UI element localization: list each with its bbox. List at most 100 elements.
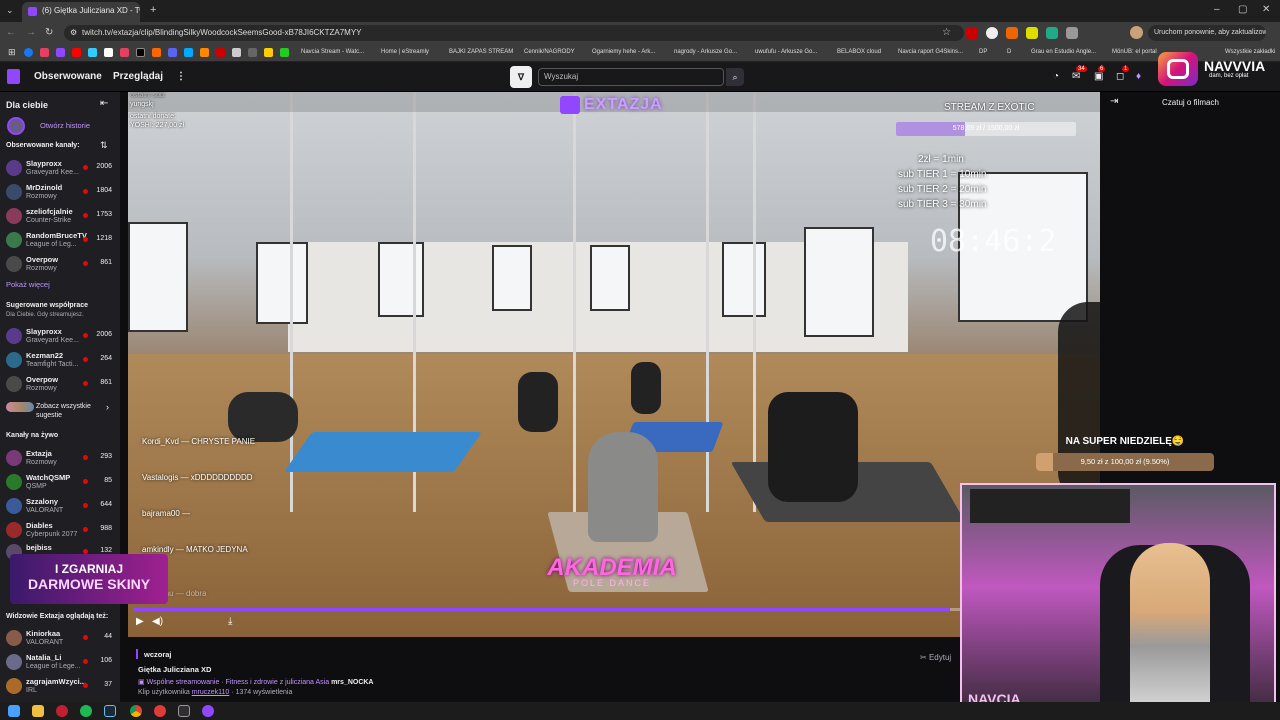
overlay-chat-line: bajrama00 — (142, 509, 191, 518)
bookmark-item[interactable]: Home | eStreamly (381, 49, 429, 55)
skins-promo-banner[interactable]: I ZGARNIAJ DARMOWE SKINY (10, 554, 168, 604)
bookmark-item[interactable]: Cennik/NAGRODY (524, 49, 575, 55)
site-info-icon[interactable]: ⚙ (70, 25, 77, 41)
sidebar-channel[interactable]: RandomBruceTV League of Leg... 1218 (6, 228, 116, 250)
start-icon[interactable] (8, 705, 20, 717)
edit-button[interactable]: ✂ Edytuj (920, 653, 951, 662)
sidebar-channel[interactable]: Extazja Rozmowy 293 (6, 446, 116, 468)
sidebar-channel[interactable]: Slayproxx Graveyard Kee... 2006 (6, 156, 116, 178)
close-window-button[interactable]: ✕ (1262, 4, 1270, 15)
tab-list-icon[interactable]: ⌄ (6, 5, 14, 16)
app-icon[interactable] (56, 705, 68, 717)
accent-bar (136, 649, 138, 659)
bookmark-star-icon[interactable]: ☆ (942, 27, 951, 38)
spotify-icon[interactable] (80, 705, 92, 717)
new-tab-button[interactable]: + (150, 4, 156, 16)
restart-update-button[interactable]: Uruchom ponownie, aby zaktualizować (1148, 25, 1266, 41)
chat-about-clips-link[interactable]: Czatuj o filmach (1162, 98, 1219, 107)
bookmark-item[interactable]: uwufufu - Arkusze Go... (755, 49, 817, 55)
clip-video-player[interactable]: ostatni sub: yungskj ostatni donate: YOS… (128, 92, 1100, 637)
sidebar-channel[interactable]: Kezman22 Teamfight Tacti... 264 (6, 348, 116, 370)
following-link[interactable]: Obserwowane (34, 71, 102, 82)
download-icon[interactable]: ⤓ (228, 616, 232, 627)
co-stream-link[interactable]: Wspólne streamowanie (147, 679, 220, 686)
app-icon[interactable] (154, 705, 166, 717)
profile-avatar[interactable] (1130, 26, 1143, 39)
address-bar-row: ← → ↻ ⚙ twitch.tv/extazja/clip/BlindingS… (0, 22, 1280, 44)
sidebar-channel[interactable]: szeliofcjalnie Counter-Strike 1753 (6, 204, 116, 226)
twitch-logo-icon[interactable] (7, 69, 20, 84)
video-progress-bar[interactable] (134, 608, 1094, 611)
overlay-chat-line: Vastalogis — xDDDDDDDDDD (142, 473, 253, 482)
chrome-icon[interactable] (130, 705, 142, 717)
more-menu-icon[interactable]: ⋮ (176, 71, 186, 82)
sidebar-channel[interactable]: zagrajamWzyci... IRL 37 (6, 674, 116, 696)
left-sidebar: Dla ciebie ⇤ Otwórz historie Obserwowane… (0, 92, 120, 702)
suggested-note: Dla Ciebie. Gdy streamujesz. (6, 312, 84, 318)
sidebar-channel[interactable]: Diables Cyberpunk 2077 988 (6, 518, 116, 540)
inbox-icon[interactable]: ✉ (1072, 71, 1080, 82)
bits-icon[interactable]: ♦ (1136, 71, 1141, 82)
bookmark-item[interactable]: nagrody - Arkusze Go... (674, 49, 737, 55)
scissors-icon: ✂ (920, 653, 927, 662)
bookmark-item[interactable]: Ogarniemy hehe - Ark... (592, 49, 655, 55)
chevron-right-icon: › (106, 402, 109, 412)
yoga-mat (283, 432, 483, 472)
collapse-sidebar-icon[interactable]: ⇤ (100, 98, 108, 109)
sidebar-channel[interactable]: Overpow Rozmowy 861 (6, 252, 116, 274)
bookmark-item[interactable]: MönUB: el portal (1112, 49, 1157, 55)
bookmark-item[interactable]: Navcia Stream - Watc... (301, 49, 364, 55)
play-icon[interactable]: ▶ (136, 616, 144, 627)
partner-link[interactable]: julicziana (285, 679, 314, 686)
suggested-header: Sugerowane współprace (6, 302, 89, 309)
bookmark-item[interactable]: BAJKI ZAPAS STREAM (449, 49, 513, 55)
channel-brand-button[interactable]: ∇ (510, 66, 532, 88)
search-input[interactable]: Wyszukaj (538, 68, 724, 86)
minimize-button[interactable]: – (1214, 4, 1220, 15)
search-icon[interactable]: ⌕ (726, 68, 744, 86)
bookmark-item[interactable]: Grau en Estudio Angle... (1031, 49, 1096, 55)
sidebar-channel[interactable]: Natalia_Li League of Lege... 106 (6, 650, 116, 672)
volume-icon[interactable]: ◀) (152, 616, 163, 627)
bookmark-item[interactable]: Navcia raport G4Skins... (898, 49, 963, 55)
notifications-icon[interactable]: ▣ (1094, 71, 1103, 82)
sidebar-channel[interactable]: MrDzinold Rozmowy 1804 (6, 180, 116, 202)
category-link[interactable]: Fitness i zdrowie (226, 679, 278, 686)
stories-avatar[interactable] (7, 117, 25, 135)
whispers-icon[interactable]: ◻ (1116, 71, 1124, 82)
sidebar-channel[interactable]: Kiniorkaa VALORANT 44 (6, 626, 116, 648)
back-icon[interactable]: ← (6, 27, 16, 38)
bookmark-item[interactable]: Wszystkie zakładki (1225, 49, 1275, 55)
live-dot-icon (83, 189, 88, 194)
sidebar-channel[interactable]: WatchQSMP QSMP 85 (6, 470, 116, 492)
bookmark-item[interactable]: BELABOX cloud (837, 49, 881, 55)
see-all-suggestions-link[interactable]: Zobacz wszystkie sugestie › (6, 400, 116, 424)
sort-icon[interactable]: ⇅ (100, 140, 108, 151)
twitch-app-icon[interactable] (202, 705, 214, 717)
partner-link[interactable]: Asia (316, 679, 330, 686)
url-field[interactable]: ⚙ twitch.tv/extazja/clip/BlindingSilkyWo… (64, 25, 964, 41)
timer-rule: 2zł = 1min (918, 154, 964, 165)
sidebar-channel[interactable]: Overpow Rozmowy 861 (6, 372, 116, 394)
sidebar-channel[interactable]: Slayproxx Graveyard Kee... 2006 (6, 324, 116, 346)
browser-tab[interactable]: (6) Giętka Julicziana XD - Twit... (22, 2, 140, 22)
obs-icon[interactable] (178, 705, 190, 717)
crown-icon[interactable]: ◔ (1053, 71, 1059, 82)
steam-icon[interactable] (104, 705, 116, 717)
bookmark-item[interactable]: D (1007, 49, 1011, 55)
browse-link[interactable]: Przeglądaj (113, 71, 163, 82)
maximize-button[interactable]: ▢ (1238, 4, 1247, 15)
clip-author-link[interactable]: mruczek110 (192, 689, 230, 696)
bookmark-icons[interactable] (24, 48, 294, 58)
partner-link[interactable]: mrs_NOCKA (331, 679, 373, 686)
apps-icon[interactable]: ⊞ (8, 47, 16, 58)
extension-icons[interactable] (966, 27, 1106, 39)
files-icon[interactable] (32, 705, 44, 717)
expand-chat-icon[interactable]: ⇥ (1110, 96, 1118, 107)
reload-icon[interactable]: ↻ (45, 27, 53, 38)
sidebar-channel[interactable]: Szzalony VALORANT 644 (6, 494, 116, 516)
bookmark-item[interactable]: DP (979, 49, 987, 55)
open-stories-link[interactable]: Otwórz historie (40, 121, 90, 130)
forward-icon[interactable]: → (26, 27, 36, 38)
show-more-link[interactable]: Pokaż więcej (6, 280, 50, 289)
